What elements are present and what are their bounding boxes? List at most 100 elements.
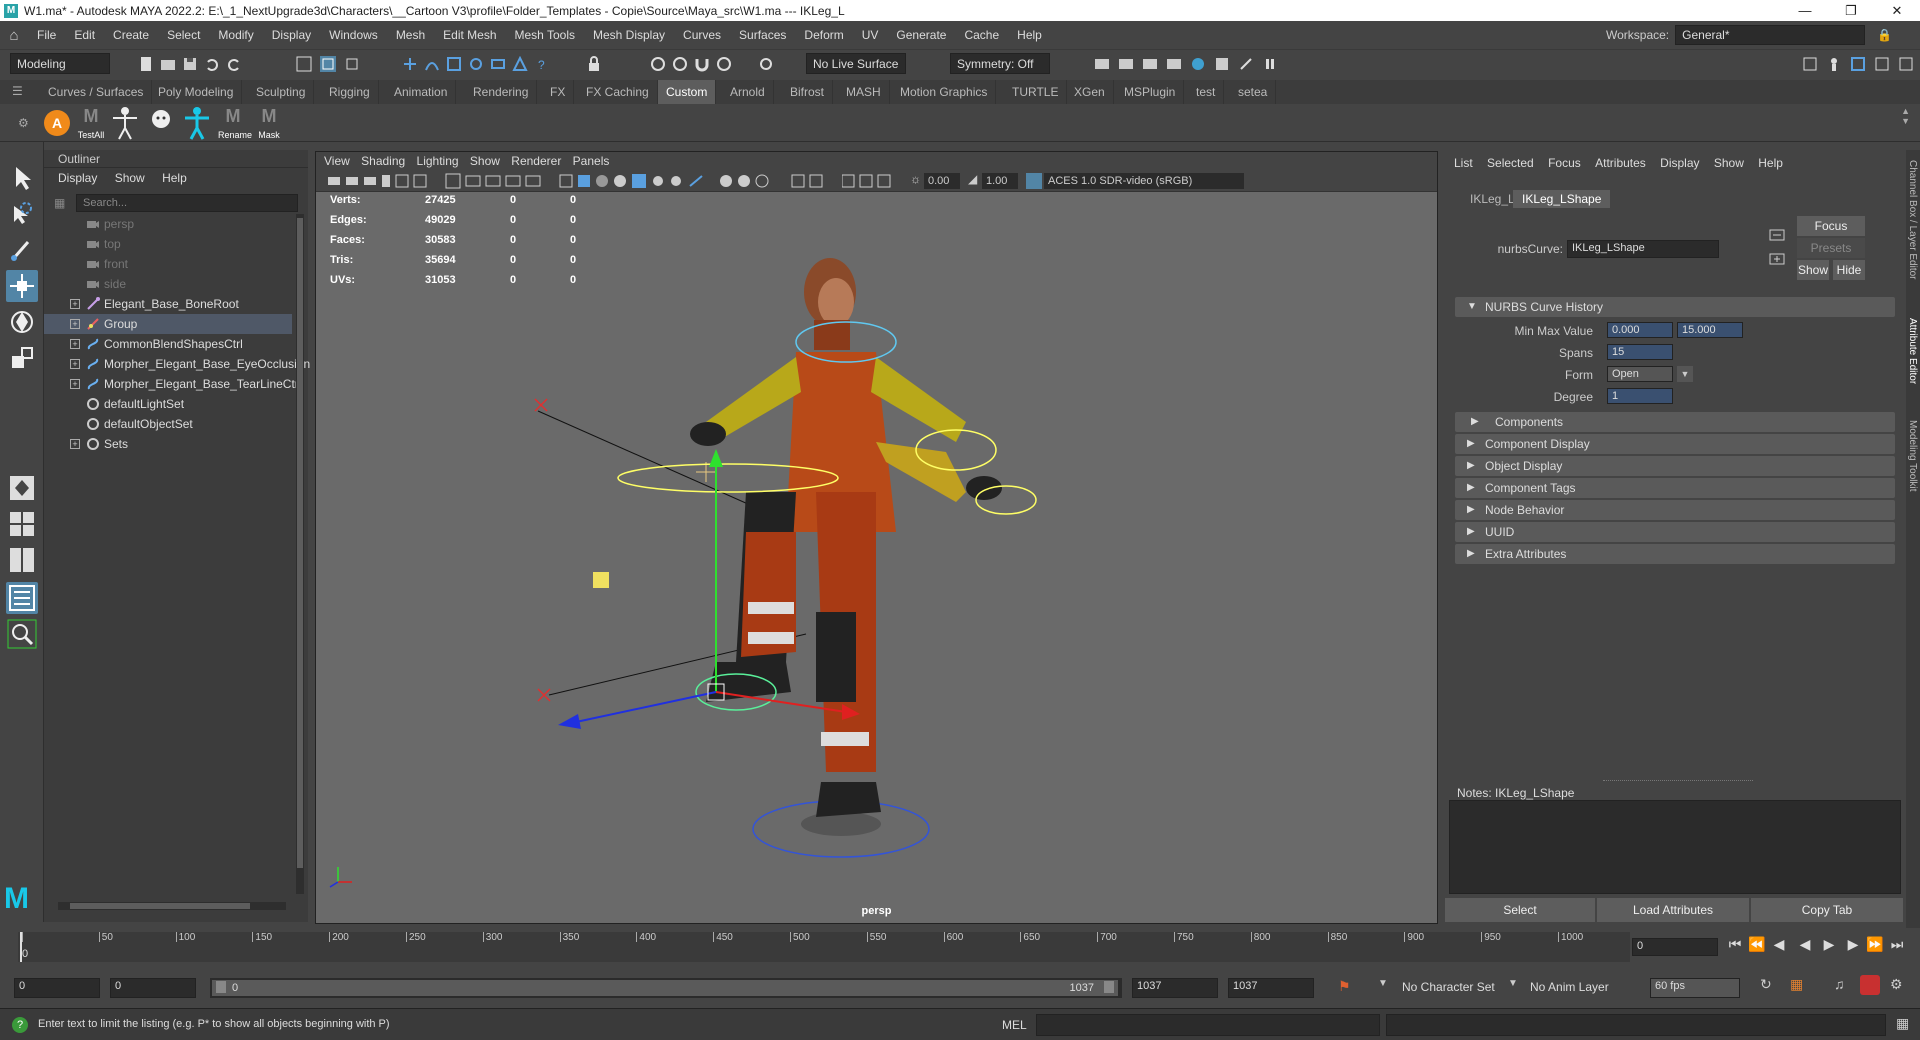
select-object-icon[interactable] (320, 56, 336, 72)
section-node-behavior[interactable]: ▶ Node Behavior (1455, 500, 1895, 520)
shelf-tab-curves-surfaces[interactable]: Curves / Surfaces (40, 80, 153, 104)
list-item[interactable]: + Sets (44, 434, 292, 454)
exposure-icon[interactable]: ☼ (910, 172, 921, 186)
close-icon[interactable]: ✕ (1874, 0, 1920, 21)
snap-point-icon[interactable] (446, 56, 462, 72)
outliner-vertical-scrollbar[interactable] (296, 214, 304, 894)
menu-display[interactable]: Display (263, 21, 320, 49)
render-setup-icon[interactable] (1214, 56, 1230, 72)
copy-tab-button[interactable]: Copy Tab (1751, 898, 1903, 922)
section-component-display[interactable]: ▶ Component Display (1455, 434, 1895, 454)
expand-icon[interactable]: + (70, 319, 80, 329)
section-components[interactable]: ▶ Components (1455, 412, 1895, 432)
list-item[interactable]: + Morpher_Elegant_Base_EyeOcclusion (44, 354, 310, 374)
ae-menu-help[interactable]: Help (1758, 156, 1783, 170)
select-hierarchy-icon[interactable] (296, 56, 312, 72)
lock-selection-icon[interactable] (586, 56, 602, 72)
ae-menu-show[interactable]: Show (1714, 156, 1744, 170)
menu-surfaces[interactable]: Surfaces (730, 21, 795, 49)
character-controls-icon[interactable] (1826, 56, 1842, 72)
presets-button[interactable]: Presets (1797, 238, 1865, 258)
menu-mesh[interactable]: Mesh (387, 21, 434, 49)
list-item[interactable]: defaultLightSet (44, 394, 292, 414)
shelf-tab-fx[interactable]: FX (542, 80, 575, 104)
hide-button[interactable]: Hide (1833, 260, 1865, 280)
command-input[interactable] (1036, 1014, 1380, 1036)
shelf-button-skeleton[interactable] (110, 106, 140, 140)
snap-view-icon[interactable] (468, 56, 484, 72)
section-uuid[interactable]: ▶ UUID (1455, 522, 1895, 542)
viewport-menu-lighting[interactable]: Lighting (417, 154, 459, 168)
paint-select-tool-icon[interactable] (6, 234, 38, 266)
list-item[interactable]: + Group (44, 314, 292, 334)
magnet-icon[interactable] (694, 56, 710, 72)
menu-curves[interactable]: Curves (674, 21, 730, 49)
spans-field[interactable]: 15 (1607, 344, 1673, 360)
menu-deform[interactable]: Deform (795, 21, 852, 49)
snap-grid-icon[interactable] (402, 56, 418, 72)
list-item[interactable]: + Morpher_Elegant_Base_TearLineCtrl (44, 374, 301, 394)
ae-menu-selected[interactable]: Selected (1487, 156, 1534, 170)
expand-icon[interactable]: + (70, 299, 80, 309)
tab-attribute-editor[interactable]: Attribute Editor (1907, 318, 1918, 384)
character-set-arrow-icon[interactable]: ▼ (1378, 978, 1388, 989)
shelf-button-testall[interactable]: M TestAll (76, 106, 106, 140)
range-slider-handle[interactable]: 0 1037 (212, 980, 1118, 996)
anim-start-field[interactable]: 0 (110, 978, 196, 998)
shelf-button-character[interactable] (182, 106, 212, 140)
search-icon[interactable] (6, 618, 38, 650)
play-forward-icon[interactable]: ▶ (1820, 936, 1838, 954)
shelf-button-rename[interactable]: M Rename (218, 106, 252, 140)
single-perspective-layout-icon[interactable] (6, 472, 38, 504)
symmetry-dropdown[interactable]: Symmetry: Off (950, 53, 1050, 74)
step-back-frame-icon[interactable]: ◀ (1770, 936, 1788, 954)
menuset-dropdown[interactable]: Modeling (10, 53, 110, 74)
rotate-tool-icon[interactable] (6, 306, 38, 338)
make-live-icon[interactable] (716, 56, 732, 72)
notes-splitter[interactable] (1603, 780, 1753, 781)
menu-generate[interactable]: Generate (887, 21, 955, 49)
side-by-side-layout-icon[interactable] (6, 544, 38, 576)
shelf-button-face[interactable] (146, 106, 176, 140)
minimize-icon[interactable]: — (1782, 0, 1828, 21)
expand-icon[interactable]: + (70, 439, 80, 449)
attribute-editor-toggle-icon[interactable] (1850, 56, 1866, 72)
range-start-grip[interactable] (216, 981, 226, 993)
select-output-icon[interactable] (1769, 252, 1785, 266)
color-management-icon[interactable] (1026, 173, 1042, 189)
shelf-tab-custom[interactable]: Custom (658, 80, 717, 104)
node-name-field[interactable]: IKLeg_LShape (1567, 240, 1719, 258)
viewport-menu-show[interactable]: Show (470, 154, 500, 168)
shelf-tab-rendering[interactable]: Rendering (465, 80, 538, 104)
notes-textarea[interactable] (1449, 800, 1901, 894)
shelf-tab-arnold[interactable]: Arnold (722, 80, 774, 104)
viewport-camera-tools-icon[interactable] (328, 173, 628, 189)
auto-keyframe-toggle-icon[interactable] (1860, 975, 1880, 995)
hypershade-icon[interactable] (1190, 56, 1206, 72)
menu-windows[interactable]: Windows (320, 21, 387, 49)
snap-vertex-icon[interactable] (512, 56, 528, 72)
outliner-menu-help[interactable]: Help (162, 171, 187, 185)
outliner-filter-icon[interactable]: ▦ (54, 196, 65, 210)
anim-preferences-icon[interactable]: ⚙ (1890, 976, 1903, 993)
tab-modeling-toolkit[interactable]: Modeling Toolkit (1907, 420, 1918, 492)
redo-icon[interactable] (226, 56, 242, 72)
list-item[interactable]: defaultObjectSet (44, 414, 292, 434)
shelf-tab-test[interactable]: test (1188, 80, 1225, 104)
menu-select[interactable]: Select (158, 21, 209, 49)
snap-curve-icon[interactable] (424, 56, 440, 72)
gamma-icon[interactable]: ◢ (968, 172, 977, 186)
render-view-icon[interactable] (1094, 56, 1110, 72)
soft-select-icon[interactable] (758, 56, 774, 72)
viewport-display-tools-icon[interactable] (632, 173, 832, 189)
select-button[interactable]: Select (1445, 898, 1595, 922)
shelf-tab-motion-graphics[interactable]: Motion Graphics (892, 80, 997, 104)
shelf-tab-mash[interactable]: MASH (838, 80, 890, 104)
anim-layer-arrow-icon[interactable]: ▼ (1508, 978, 1518, 989)
min-value-field[interactable]: 0.000 (1607, 322, 1673, 338)
shelf-tab-xgen[interactable]: XGen (1066, 80, 1114, 104)
section-object-display[interactable]: ▶ Object Display (1455, 456, 1895, 476)
ae-menu-attributes[interactable]: Attributes (1595, 156, 1646, 170)
shelf-tab-animation[interactable]: Animation (386, 80, 457, 104)
go-to-start-icon[interactable]: ⏮ (1726, 936, 1744, 954)
